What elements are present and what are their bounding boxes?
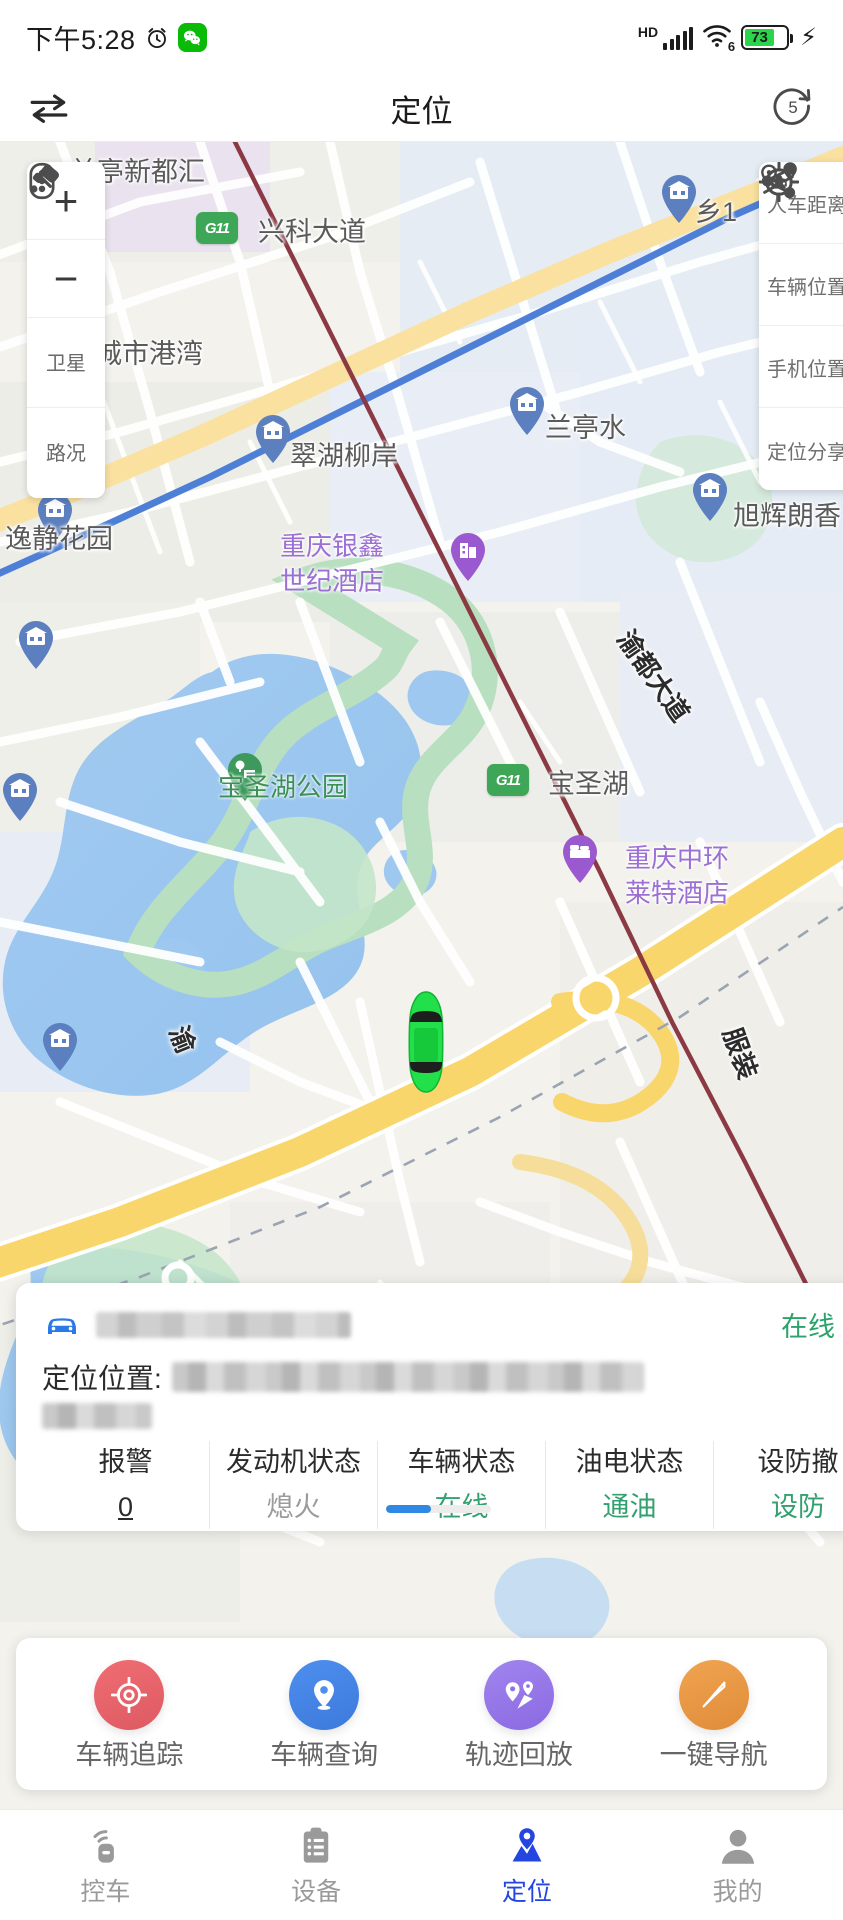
- status-cell-arming[interactable]: 设防撤 设防: [714, 1441, 843, 1529]
- tab-control-car[interactable]: 控车: [0, 1826, 211, 1905]
- location-pin-icon: [508, 1826, 546, 1871]
- action-vehicle-query[interactable]: 车辆查询: [239, 1659, 409, 1770]
- status-cell-engine[interactable]: 发动机状态 熄火: [210, 1441, 378, 1530]
- bottom-tab-bar: 控车 设备 定位 我的: [0, 1809, 843, 1920]
- map-zoom-controls: + − 卫星 路况: [27, 162, 105, 498]
- tab-location[interactable]: 定位: [422, 1826, 633, 1905]
- clipboard-icon: [299, 1826, 333, 1871]
- page-title: 定位: [390, 93, 453, 129]
- action-vehicle-tracking[interactable]: 车辆追踪: [44, 1659, 214, 1770]
- vehicle-name-redacted: [96, 1311, 351, 1338]
- hotel-pin[interactable]: [560, 834, 600, 884]
- traffic-layer-button[interactable]: 路况: [27, 162, 105, 498]
- tab-label: 我的: [712, 1877, 763, 1906]
- svg-text:5: 5: [788, 98, 797, 117]
- highway-shield-icon: G11: [196, 212, 238, 244]
- status-bar-right: HD 6 73 ⚡: [637, 23, 817, 54]
- tab-devices[interactable]: 设备: [211, 1826, 422, 1905]
- poi-pin[interactable]: [35, 492, 75, 542]
- share-location-button[interactable]: 定位分享: [759, 163, 843, 490]
- action-track-playback[interactable]: 轨迹回放: [434, 1659, 604, 1770]
- hotel-pin[interactable]: [448, 532, 488, 582]
- status-title: 报警: [98, 1447, 153, 1477]
- navigate-icon: [678, 1659, 749, 1730]
- action-one-key-navigation[interactable]: 一键导航: [629, 1659, 799, 1770]
- vehicle-status-row[interactable]: 报警 0 发动机状态 熄火 车辆状态 在线 油电状态 通油 设防撤 设防: [42, 1441, 839, 1530]
- tab-mine[interactable]: 我的: [632, 1826, 843, 1905]
- vehicle-header-row: 在线: [42, 1305, 835, 1344]
- location-value-redacted-line2: [42, 1403, 152, 1429]
- vehicle-location-label: 车辆位置: [767, 277, 843, 299]
- track-play-icon: [483, 1659, 554, 1730]
- map-pin-icon: [289, 1659, 360, 1730]
- battery-percent-label: 73: [751, 29, 768, 46]
- switch-vehicle-icon[interactable]: [28, 91, 70, 125]
- park-pin[interactable]: [225, 752, 265, 802]
- traffic-label: 路况: [46, 443, 86, 465]
- highway-shield-icon: G11: [487, 764, 529, 796]
- zoom-out-label: −: [53, 254, 79, 302]
- status-bar-left: 下午5:28: [26, 18, 207, 57]
- green-car-marker[interactable]: [398, 990, 454, 1094]
- location-value-redacted: [171, 1362, 644, 1392]
- phone-location-label: 手机位置: [767, 359, 843, 381]
- status-title: 车辆状态: [407, 1447, 516, 1477]
- poi-pin[interactable]: [40, 1022, 80, 1072]
- refresh-countdown-icon[interactable]: 5: [771, 84, 815, 133]
- map-tools-panel: 人车距离 车辆位置 手机位置 定位分享: [759, 162, 843, 490]
- vehicle-info-card[interactable]: 在线 定位位置: 报警 0 发动机状态 熄火 车辆状态 在线 油电状态: [16, 1283, 843, 1531]
- status-bar: 下午5:28 HD 6 73 ⚡: [0, 0, 843, 75]
- status-cell-fuel[interactable]: 油电状态 通油: [546, 1441, 714, 1530]
- tab-label: 设备: [291, 1877, 342, 1906]
- poi-pin[interactable]: [253, 414, 293, 464]
- app-bar: 定位 5: [0, 75, 843, 142]
- poi-pin[interactable]: [0, 772, 40, 822]
- blue-car-icon: [42, 1310, 82, 1340]
- cellular-signal-icon: [663, 26, 694, 50]
- location-row: 定位位置:: [42, 1357, 835, 1397]
- phone-location-button[interactable]: 手机位置: [759, 162, 843, 408]
- wifi-icon: 6: [702, 23, 736, 54]
- poi-pin[interactable]: [659, 174, 699, 224]
- lightning-bolt-icon: ⚡: [800, 23, 817, 51]
- status-title: 发动机状态: [226, 1447, 361, 1477]
- zoom-out-button[interactable]: −: [27, 240, 105, 318]
- battery-icon: 73: [741, 25, 794, 50]
- tab-label: 控车: [80, 1877, 131, 1906]
- action-label: 车辆查询: [270, 1739, 379, 1770]
- online-status-badge: 在线: [781, 1312, 835, 1342]
- location-row-overflow: [42, 1403, 835, 1429]
- status-cell-vehicle[interactable]: 车辆状态 在线: [378, 1441, 546, 1530]
- poi-pin[interactable]: [16, 620, 56, 670]
- app-screen: 下午5:28 HD 6 73 ⚡ 定位 5 G11 G11 兰亭新都汇 兴科大道…: [0, 0, 843, 1920]
- satellite-label: 卫星: [46, 352, 86, 375]
- satellite-layer-button[interactable]: 卫星: [27, 164, 105, 408]
- highway-shield-label: G11: [204, 219, 230, 237]
- scrollbar-thumb[interactable]: [386, 1505, 431, 1513]
- status-title: 设防撤: [757, 1447, 839, 1477]
- hd-label: HD: [637, 23, 659, 40]
- location-label: 定位位置:: [42, 1363, 162, 1394]
- alarm-clock-icon: [144, 25, 170, 51]
- quick-actions-card: 车辆追踪 车辆查询 轨迹回放 一键导航: [16, 1638, 827, 1790]
- share-location-label: 定位分享: [767, 441, 843, 464]
- target-icon: [94, 1659, 165, 1730]
- vehicle-location-button[interactable]: 车辆位置: [759, 162, 843, 326]
- tab-label: 定位: [501, 1877, 552, 1906]
- wechat-icon: [177, 23, 207, 52]
- action-label: 车辆追踪: [75, 1739, 184, 1770]
- poi-pin[interactable]: [507, 386, 547, 436]
- status-cell-alarm[interactable]: 报警 0: [42, 1441, 210, 1530]
- status-title: 油电状态: [575, 1447, 684, 1477]
- status-time: 下午5:28: [26, 25, 136, 55]
- poi-pin[interactable]: [690, 472, 730, 522]
- action-label: 轨迹回放: [464, 1739, 573, 1770]
- wifi-generation-label: 6: [727, 38, 736, 54]
- person-icon: [719, 1826, 757, 1871]
- remote-key-icon: [86, 1826, 124, 1871]
- scrollbar-track[interactable]: [386, 1505, 491, 1513]
- highway-shield-label: G11: [495, 771, 521, 789]
- action-label: 一键导航: [659, 1739, 768, 1770]
- status-row-scrollbar[interactable]: [16, 1505, 843, 1513]
